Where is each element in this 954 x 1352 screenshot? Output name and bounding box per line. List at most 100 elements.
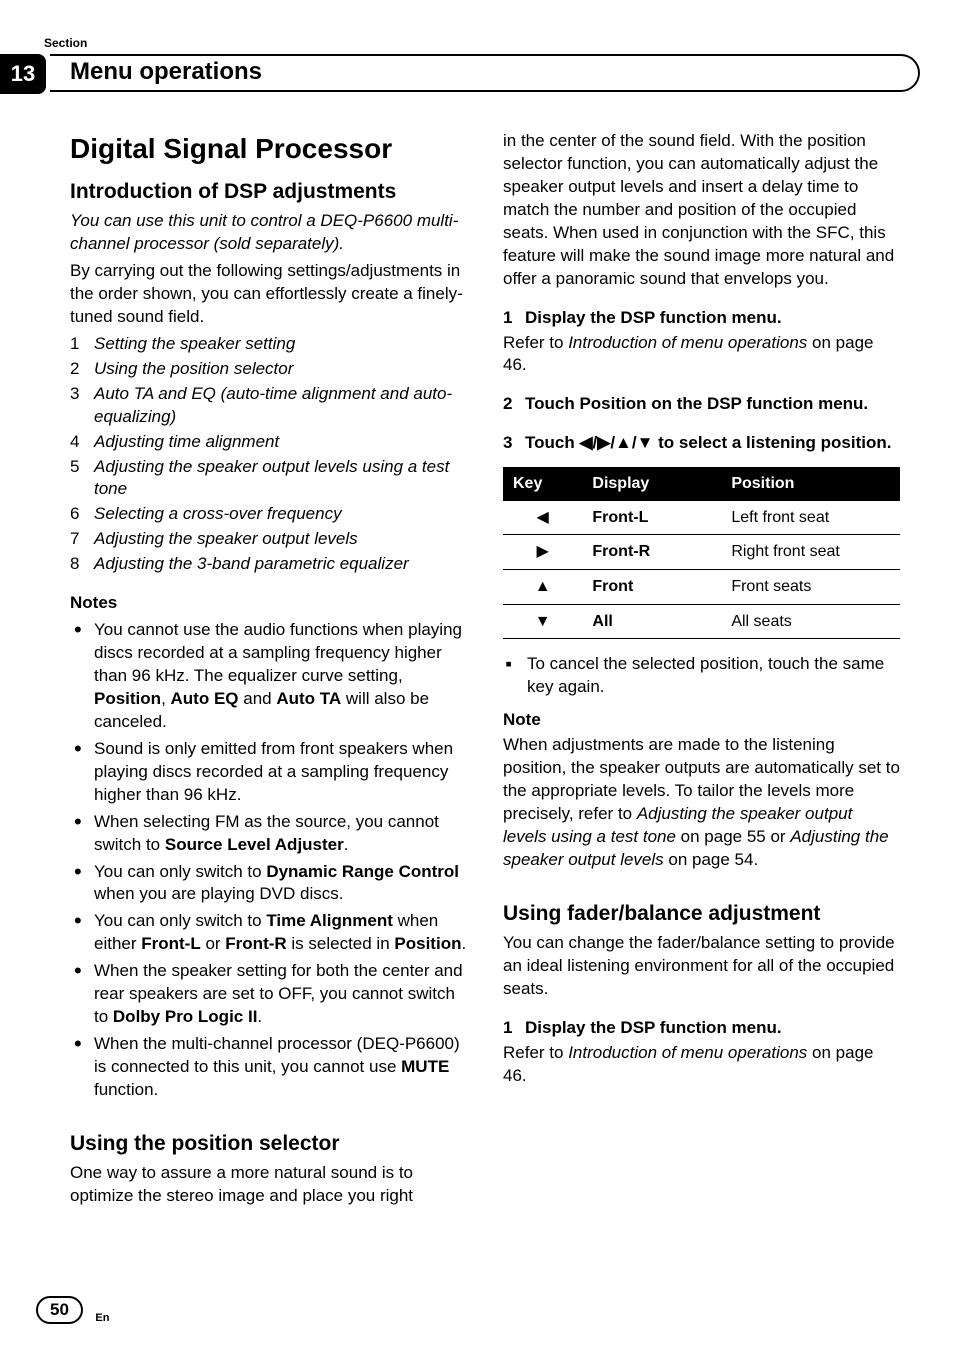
note-bold: Auto EQ — [171, 689, 239, 708]
step-body: Refer to Introduction of menu operations… — [503, 1042, 900, 1088]
chapter-bar: 13 Menu operations — [0, 54, 920, 94]
position-selector-heading: Using the position selector — [70, 1130, 467, 1158]
note-text: or — [201, 934, 226, 953]
fader-intro: You can change the fader/balance setting… — [503, 932, 900, 1001]
cell-key: ◀ — [503, 501, 582, 535]
list-text: Setting the speaker setting — [94, 333, 295, 356]
table-row: ▲ Front Front seats — [503, 570, 900, 605]
section-label: Section — [44, 36, 87, 50]
step-number: 2 — [503, 393, 525, 416]
page-number-badge: 50 En — [36, 1296, 109, 1324]
cell-position: All seats — [721, 604, 900, 639]
body-italic: Introduction of menu operations — [568, 1043, 807, 1062]
step-body: Refer to Introduction of menu operations… — [503, 332, 900, 378]
body-italic: Introduction of menu operations — [568, 333, 807, 352]
manual-page: Section 13 Menu operations Digital Signa… — [0, 0, 954, 1352]
step-title: Display the DSP function menu. — [525, 308, 782, 327]
note-text: , — [161, 689, 170, 708]
note-bold: Auto TA — [276, 689, 341, 708]
list-item: Adjusting the 3-band parametric equalize… — [70, 553, 467, 576]
note-text: . — [257, 1007, 262, 1026]
list-text: Adjusting the 3-band parametric equalize… — [94, 553, 409, 576]
note-item: You cannot use the audio functions when … — [70, 619, 467, 734]
cell-position: Left front seat — [721, 501, 900, 535]
note-text: You cannot use the audio functions when … — [94, 620, 462, 685]
list-text: Using the position selector — [94, 358, 293, 381]
step-heading: 1Display the DSP function menu. — [503, 307, 900, 330]
fader-heading: Using fader/balance adjustment — [503, 900, 900, 928]
note-bold: Dolby Pro Logic II — [113, 1007, 258, 1026]
list-text: Selecting a cross-over frequency — [94, 503, 342, 526]
cell-key: ▲ — [503, 570, 582, 605]
note-item: When the speaker setting for both the ce… — [70, 960, 467, 1029]
step-number: 3 — [503, 432, 525, 455]
note-text: . — [344, 835, 349, 854]
notes-list: You cannot use the audio functions when … — [70, 619, 467, 1102]
main-heading: Digital Signal Processor — [70, 130, 467, 168]
list-item: Adjusting the speaker output levels — [70, 528, 467, 551]
note-item: You can only switch to Time Alignment wh… — [70, 910, 467, 956]
right-column: in the center of the sound field. With t… — [503, 130, 900, 1272]
list-item: Selecting a cross-over frequency — [70, 503, 467, 526]
note-text: on page 55 or — [676, 827, 790, 846]
cell-display: Front — [582, 570, 721, 605]
body-text: Refer to — [503, 333, 568, 352]
step-title: Display the DSP function menu. — [525, 1018, 782, 1037]
list-text: Adjusting the speaker output levels usin… — [94, 456, 467, 502]
step-heading: 3Touch ◀/▶/▲/▼ to select a listening pos… — [503, 432, 900, 455]
step-heading: 1Display the DSP function menu. — [503, 1017, 900, 1040]
position-continued: in the center of the sound field. With t… — [503, 130, 900, 291]
note-bold: MUTE — [401, 1057, 449, 1076]
chapter-title: Menu operations — [70, 58, 262, 86]
position-table: Key Display Position ◀ Front-L Left fron… — [503, 467, 900, 639]
note-item: When selecting FM as the source, you can… — [70, 811, 467, 857]
list-text: Adjusting the speaker output levels — [94, 528, 358, 551]
list-item: Adjusting time alignment — [70, 431, 467, 454]
note-bold: Position — [394, 934, 461, 953]
table-header-row: Key Display Position — [503, 467, 900, 501]
list-item: Using the position selector — [70, 358, 467, 381]
note-text: function. — [94, 1080, 158, 1099]
col-display: Display — [582, 467, 721, 501]
cell-key: ▼ — [503, 604, 582, 639]
note-bold: Front-R — [225, 934, 286, 953]
list-item: Auto TA and EQ (auto-time alignment and … — [70, 383, 467, 429]
chapter-number: 13 — [0, 54, 46, 94]
note-text: on page 54. — [664, 850, 759, 869]
note-text: You can only switch to — [94, 911, 266, 930]
note-bold: Time Alignment — [266, 911, 393, 930]
cell-key: ▶ — [503, 535, 582, 570]
body-text: Refer to — [503, 1043, 568, 1062]
left-column: Digital Signal Processor Introduction of… — [70, 130, 467, 1272]
language-label: En — [95, 1312, 109, 1324]
step-number: 1 — [503, 307, 525, 330]
list-item: Adjusting the speaker output levels usin… — [70, 456, 467, 502]
note-text: is selected in — [287, 934, 395, 953]
table-row: ◀ Front-L Left front seat — [503, 501, 900, 535]
col-position: Position — [721, 467, 900, 501]
adjustment-list: Setting the speaker setting Using the po… — [70, 333, 467, 576]
col-key: Key — [503, 467, 582, 501]
note-para: When adjustments are made to the listeni… — [503, 734, 900, 872]
arrow-symbols: ◀/▶/▲/▼ — [579, 433, 653, 452]
intro-sub-heading: Introduction of DSP adjustments — [70, 178, 467, 206]
list-text: Adjusting time alignment — [94, 431, 279, 454]
note-item: When the multi-channel processor (DEQ-P6… — [70, 1033, 467, 1102]
position-intro: One way to assure a more natural sound i… — [70, 1162, 467, 1208]
cell-position: Right front seat — [721, 535, 900, 570]
list-text: Auto TA and EQ (auto-time alignment and … — [94, 383, 467, 429]
cell-position: Front seats — [721, 570, 900, 605]
intro-italic: You can use this unit to control a DEQ-P… — [70, 210, 467, 256]
note-text: when you are playing DVD discs. — [94, 884, 343, 903]
table-row: ▼ All All seats — [503, 604, 900, 639]
note-text: You can only switch to — [94, 862, 266, 881]
note-bold: Source Level Adjuster — [165, 835, 344, 854]
intro-plain: By carrying out the following settings/a… — [70, 260, 467, 329]
list-item: Setting the speaker setting — [70, 333, 467, 356]
note-bold: Position — [94, 689, 161, 708]
step-title: Touch — [525, 433, 579, 452]
step-number: 1 — [503, 1017, 525, 1040]
table-row: ▶ Front-R Right front seat — [503, 535, 900, 570]
note-item: Sound is only emitted from front speaker… — [70, 738, 467, 807]
page-number: 50 — [36, 1296, 83, 1324]
